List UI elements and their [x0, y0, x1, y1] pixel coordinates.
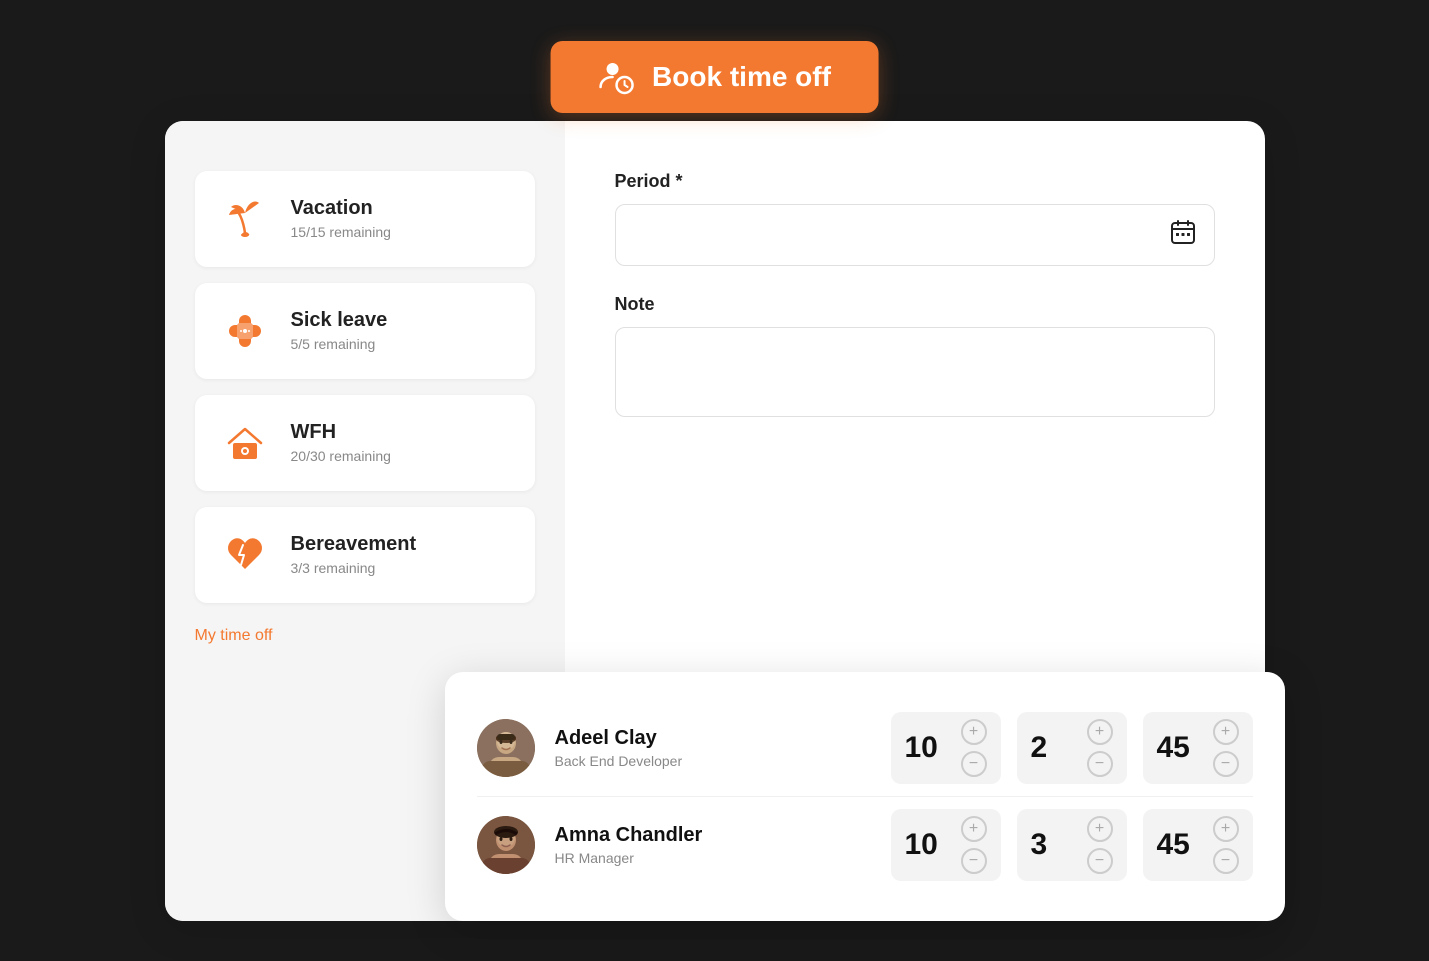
leave-card-bereavement[interactable]: Bereavement 3/3 remaining	[195, 507, 535, 603]
adeel-decrement-2[interactable]: −	[1087, 751, 1113, 777]
sick-leave-remaining: 5/5 remaining	[291, 336, 388, 352]
adeel-stepper-2: 2 + −	[1017, 712, 1127, 784]
adeel-stepper-1: 10 + −	[891, 712, 1001, 784]
sick-leave-name: Sick leave	[291, 309, 388, 332]
amna-decrement-2[interactable]: −	[1087, 848, 1113, 874]
amna-increment-2[interactable]: +	[1087, 816, 1113, 842]
adeel-role: Back End Developer	[555, 753, 871, 769]
vacation-name: Vacation	[291, 197, 391, 220]
amna-val-3: 45	[1157, 828, 1190, 862]
adeel-increment-1[interactable]: +	[961, 719, 987, 745]
amna-increment-3[interactable]: +	[1213, 816, 1239, 842]
vacation-info: Vacation 15/15 remaining	[291, 197, 391, 240]
amna-val-1: 10	[905, 828, 938, 862]
adeel-val-3: 45	[1157, 731, 1190, 765]
note-group: Note	[615, 294, 1215, 422]
amna-name: Amna Chandler	[555, 824, 871, 847]
adeel-decrement-3[interactable]: −	[1213, 751, 1239, 777]
amna-info: Amna Chandler HR Manager	[555, 824, 871, 866]
adeel-decrement-1[interactable]: −	[961, 751, 987, 777]
broken-heart-icon	[219, 529, 271, 581]
employee-row-adeel: Adeel Clay Back End Developer 10 + − 2 +…	[477, 700, 1253, 796]
person-clock-icon	[598, 59, 634, 95]
wfh-info: WFH 20/30 remaining	[291, 421, 391, 464]
period-input[interactable]	[615, 204, 1215, 266]
wfh-remaining: 20/30 remaining	[291, 448, 391, 464]
adeel-increment-2[interactable]: +	[1087, 719, 1113, 745]
adeel-val-2: 2	[1031, 731, 1048, 765]
amna-controls-2: + −	[1087, 816, 1113, 874]
amna-stepper-2: 3 + −	[1017, 809, 1127, 881]
amna-stepper-3: 45 + −	[1143, 809, 1253, 881]
home-icon	[219, 417, 271, 469]
bereavement-remaining: 3/3 remaining	[291, 560, 417, 576]
amna-role: HR Manager	[555, 850, 871, 866]
palm-tree-icon	[219, 193, 271, 245]
overlay-card: Adeel Clay Back End Developer 10 + − 2 +…	[445, 672, 1285, 921]
adeel-info: Adeel Clay Back End Developer	[555, 727, 871, 769]
leave-card-vacation[interactable]: Vacation 15/15 remaining	[195, 171, 535, 267]
amna-decrement-1[interactable]: −	[961, 848, 987, 874]
period-label: Period *	[615, 171, 1215, 192]
calendar-icon	[1170, 219, 1196, 251]
book-time-off-button[interactable]: Book time off	[550, 41, 879, 113]
adeel-controls-1: + −	[961, 719, 987, 777]
adeel-controls-2: + −	[1087, 719, 1113, 777]
note-input[interactable]	[615, 327, 1215, 417]
bandage-icon	[219, 305, 271, 357]
amna-increment-1[interactable]: +	[961, 816, 987, 842]
amna-val-2: 3	[1031, 828, 1048, 862]
adeel-controls-3: + −	[1213, 719, 1239, 777]
book-time-off-label: Book time off	[652, 61, 831, 93]
employee-row-amna: Amna Chandler HR Manager 10 + − 3 + −	[477, 796, 1253, 893]
leave-card-sick[interactable]: Sick leave 5/5 remaining	[195, 283, 535, 379]
sick-leave-info: Sick leave 5/5 remaining	[291, 309, 388, 352]
avatar-adeel	[477, 719, 535, 777]
adeel-stepper-3: 45 + −	[1143, 712, 1253, 784]
period-group: Period *	[615, 171, 1215, 266]
avatar-amna	[477, 816, 535, 874]
amna-controls-3: + −	[1213, 816, 1239, 874]
adeel-val-1: 10	[905, 731, 938, 765]
amna-steppers: 10 + − 3 + − 45 +	[891, 809, 1253, 881]
my-time-off-link[interactable]: My time off	[195, 627, 535, 645]
bereavement-info: Bereavement 3/3 remaining	[291, 533, 417, 576]
amna-controls-1: + −	[961, 816, 987, 874]
bereavement-name: Bereavement	[291, 533, 417, 556]
adeel-increment-3[interactable]: +	[1213, 719, 1239, 745]
vacation-remaining: 15/15 remaining	[291, 224, 391, 240]
note-label: Note	[615, 294, 1215, 315]
wfh-name: WFH	[291, 421, 391, 444]
amna-decrement-3[interactable]: −	[1213, 848, 1239, 874]
adeel-name: Adeel Clay	[555, 727, 871, 750]
adeel-steppers: 10 + − 2 + − 45 +	[891, 712, 1253, 784]
amna-stepper-1: 10 + −	[891, 809, 1001, 881]
leave-card-wfh[interactable]: WFH 20/30 remaining	[195, 395, 535, 491]
